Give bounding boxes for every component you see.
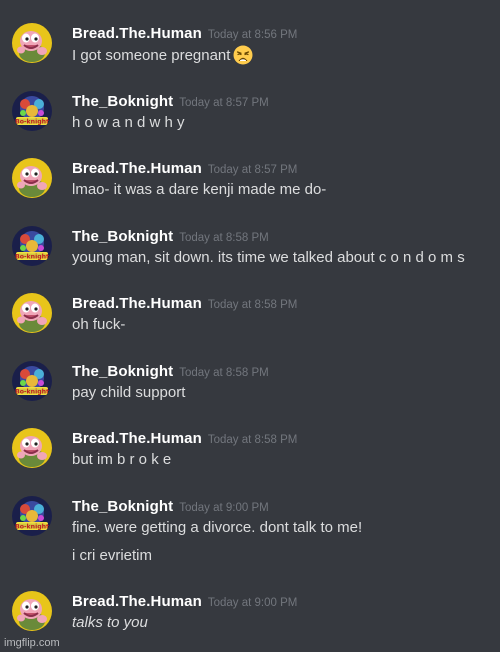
message-text: talks to you [72, 614, 148, 631]
timestamp: Today at 8:57 PM [207, 164, 298, 176]
weary-face-emoji-icon [233, 45, 253, 65]
username[interactable]: Bread.The.Human [72, 25, 202, 42]
bo-knight-logo-avatar-icon[interactable] [12, 361, 52, 401]
username[interactable]: Bread.The.Human [72, 295, 202, 312]
message-group: Bread.The.Human Today at 8:57 PM lmao- it… [0, 158, 500, 218]
timestamp: Today at 8:58 PM [179, 367, 269, 379]
bo-knight-logo-avatar-icon[interactable] [12, 226, 52, 266]
timestamp: Today at 9:00 PM [179, 502, 269, 514]
message-text: but im b r o k e [72, 451, 172, 468]
username[interactable]: The_Boknight [72, 363, 173, 380]
timestamp: Today at 8:56 PM [207, 29, 298, 41]
timestamp: Today at 8:58 PM [207, 299, 298, 311]
message-group: Bread.The.Human Today at 8:58 PM oh fuck- [0, 293, 500, 353]
timestamp: Today at 9:00 PM [207, 597, 298, 609]
message-group: Bread.The.Human Today at 9:00 PM talks to… [0, 591, 500, 651]
message-group: The_Boknight Today at 9:00 PM fine. were … [0, 496, 500, 571]
pink-creature-avatar-icon[interactable] [12, 23, 52, 63]
message-group: Bread.The.Human Today at 8:56 PM I got so… [0, 23, 500, 83]
bo-knight-logo-avatar-icon[interactable] [12, 496, 52, 536]
timestamp: Today at 8:58 PM [179, 232, 269, 244]
username[interactable]: Bread.The.Human [72, 160, 202, 177]
pink-creature-avatar-icon[interactable] [12, 293, 52, 333]
pink-creature-avatar-icon[interactable] [12, 591, 52, 631]
timestamp: Today at 8:58 PM [207, 434, 298, 446]
message-text: I got someone pregnant [72, 45, 253, 66]
message-text: h o w a n d w h y [72, 114, 185, 131]
message-group: The_Boknight Today at 8:58 PM pay child s… [0, 361, 500, 421]
message-text: lmao- it was a dare kenji made me do- [72, 181, 327, 198]
pink-creature-avatar-icon[interactable] [12, 428, 52, 468]
bo-knight-logo-avatar-icon[interactable] [12, 91, 52, 131]
timestamp: Today at 8:57 PM [179, 97, 269, 109]
username[interactable]: Bread.The.Human [72, 593, 202, 610]
message-text: fine. were getting a divorce. dont talk … [72, 519, 363, 536]
imgflip-watermark: imgflip.com [4, 637, 60, 649]
message-text: oh fuck- [72, 316, 126, 333]
message-text: pay child support [72, 384, 186, 401]
username[interactable]: The_Boknight [72, 498, 173, 515]
pink-creature-avatar-icon[interactable] [12, 158, 52, 198]
username[interactable]: The_Boknight [72, 228, 173, 245]
message-text: young man, sit down. its time we talked … [72, 249, 465, 266]
username[interactable]: Bread.The.Human [72, 430, 202, 447]
chat-messages: Bread.The.Human Today at 8:56 PM I got so… [0, 0, 500, 652]
message-group: The_Boknight Today at 8:58 PM young man, … [0, 226, 500, 286]
username[interactable]: The_Boknight [72, 93, 173, 110]
message-group: Bread.The.Human Today at 8:58 PM but im b… [0, 428, 500, 488]
message-text: i cri evrietim [72, 547, 153, 564]
message-group: The_Boknight Today at 8:57 PM h o w a n d… [0, 91, 500, 151]
